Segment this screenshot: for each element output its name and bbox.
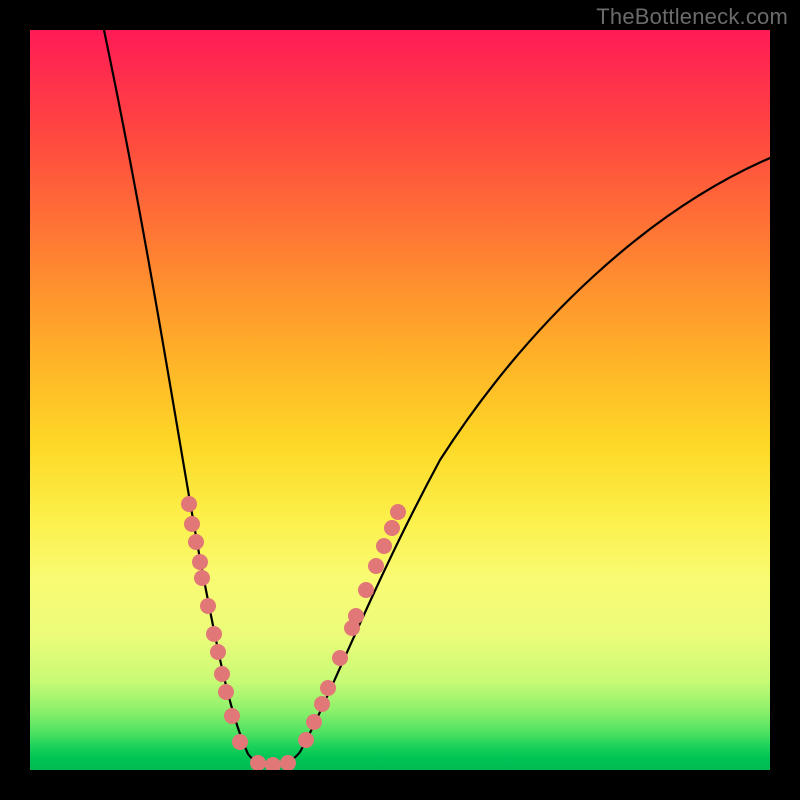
data-dot bbox=[314, 696, 330, 712]
data-dot bbox=[206, 626, 222, 642]
curve-left bbox=[104, 30, 273, 765]
chart-svg bbox=[30, 30, 770, 770]
data-dot bbox=[368, 558, 384, 574]
data-dot bbox=[218, 684, 234, 700]
data-dot bbox=[184, 516, 200, 532]
data-dot bbox=[384, 520, 400, 536]
data-dot bbox=[320, 680, 336, 696]
data-dot bbox=[376, 538, 392, 554]
data-dot bbox=[298, 732, 314, 748]
plot-area bbox=[30, 30, 770, 770]
data-dot bbox=[210, 644, 226, 660]
chart-frame: TheBottleneck.com bbox=[0, 0, 800, 800]
data-dot bbox=[194, 570, 210, 586]
data-dot bbox=[306, 714, 322, 730]
data-dot bbox=[200, 598, 216, 614]
data-dot bbox=[181, 496, 197, 512]
data-dot bbox=[192, 554, 208, 570]
data-dot bbox=[390, 504, 406, 520]
data-dot bbox=[232, 734, 248, 750]
data-dot bbox=[214, 666, 230, 682]
data-dot bbox=[358, 582, 374, 598]
curve-right bbox=[273, 158, 770, 765]
watermark-text: TheBottleneck.com bbox=[596, 4, 788, 30]
dots-group bbox=[181, 496, 406, 770]
data-dot bbox=[265, 757, 281, 770]
data-dot bbox=[188, 534, 204, 550]
data-dot bbox=[224, 708, 240, 724]
data-dot bbox=[332, 650, 348, 666]
data-dot bbox=[348, 608, 364, 624]
